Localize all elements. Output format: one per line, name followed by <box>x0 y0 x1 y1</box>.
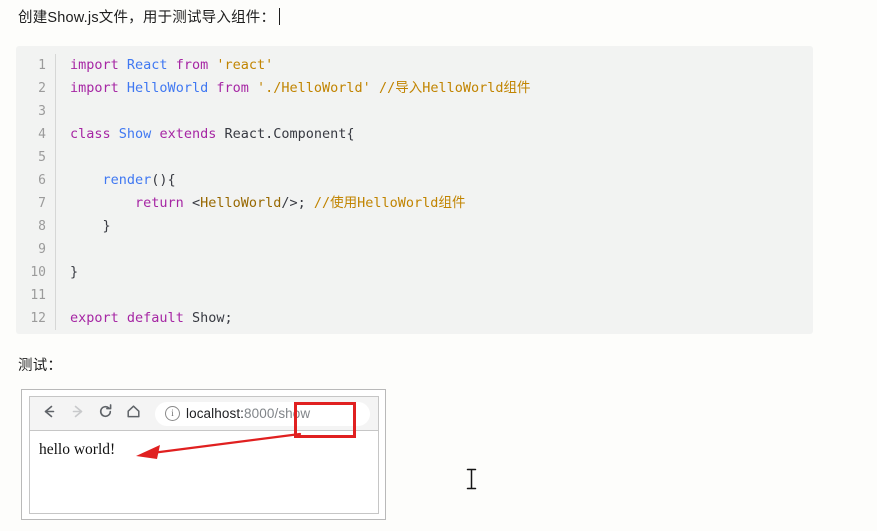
code-line-content <box>55 100 813 123</box>
token-keyword: import <box>70 57 119 73</box>
code-line-content: class Show extends React.Component{ <box>55 123 813 146</box>
code-line: 1 import React from 'react' <box>16 54 813 77</box>
url-path: 8000/show <box>244 406 311 421</box>
token-plain: } <box>102 218 111 234</box>
text-caret <box>279 8 281 25</box>
token-keyword: from <box>216 80 249 96</box>
code-line-content: export default Show; <box>55 307 813 330</box>
token-jsx-tag: HelloWorld <box>200 195 282 211</box>
browser-window: i localhost:8000/show hello world! <box>29 396 379 514</box>
test-section-label: 测试： <box>18 358 63 374</box>
code-line: 10 } <box>16 261 813 284</box>
token-comment: //导入HelloWorld组件 <box>378 80 531 96</box>
line-number: 12 <box>30 311 46 326</box>
token-punctuation: ; <box>224 310 233 326</box>
token-class-name: Show <box>118 126 152 142</box>
token-keyword: default <box>126 310 184 326</box>
token-plain: } <box>70 264 79 280</box>
token-keyword: class <box>70 126 111 142</box>
url-host: localhost: <box>186 406 245 421</box>
code-block[interactable]: 1 import React from 'react' 2 import Hel… <box>16 46 813 334</box>
arrow-right-icon <box>69 403 86 425</box>
code-line: 9 <box>16 238 813 261</box>
code-line: 4 class Show extends React.Component{ <box>16 123 813 146</box>
mouse-cursor-ibeam <box>466 468 477 490</box>
code-line-content <box>55 146 813 169</box>
address-bar[interactable]: i localhost:8000/show <box>155 401 370 426</box>
code-line-content: import React from 'react' <box>55 54 813 77</box>
home-button[interactable] <box>119 400 147 428</box>
line-number: 4 <box>38 127 46 142</box>
reload-button[interactable] <box>91 400 119 428</box>
code-line: 6 render(){ <box>16 169 813 192</box>
page-content-text: hello world! <box>39 441 116 458</box>
code-line-content: return <HelloWorld/>; //使用HelloWorld组件 <box>55 192 813 215</box>
token-variable: HelloWorld <box>126 80 209 96</box>
token-plain: React.Component{ <box>224 126 355 142</box>
back-button[interactable] <box>35 400 63 428</box>
code-line: 2 import HelloWorld from './HelloWorld' … <box>16 77 813 100</box>
code-line-content: render(){ <box>55 169 813 192</box>
browser-toolbar: i localhost:8000/show <box>30 397 378 431</box>
code-line: 12 export default Show; <box>16 307 813 330</box>
token-keyword: return <box>135 195 184 211</box>
line-number: 5 <box>38 150 46 165</box>
token-plain: Show <box>191 310 225 326</box>
token-plain: (){ <box>151 172 176 188</box>
line-number: 8 <box>38 219 46 234</box>
line-number: 2 <box>38 81 46 96</box>
code-line-content: } <box>55 215 813 238</box>
code-line: 5 <box>16 146 813 169</box>
info-circle-icon[interactable]: i <box>165 406 180 421</box>
code-line-content <box>55 238 813 261</box>
code-line-content: } <box>55 261 813 284</box>
line-number: 10 <box>30 265 46 280</box>
token-function: render <box>102 172 152 188</box>
code-line: 11 <box>16 284 813 307</box>
arrow-left-icon <box>41 403 58 425</box>
token-keyword: from <box>175 57 209 73</box>
forward-button[interactable] <box>63 400 91 428</box>
token-string: './HelloWorld' <box>257 80 371 96</box>
browser-screenshot-frame: i localhost:8000/show hello world! <box>21 389 386 520</box>
reload-icon <box>97 403 114 425</box>
code-line-content: import HelloWorld from './HelloWorld' //… <box>55 77 813 100</box>
token-keyword: extends <box>159 126 217 142</box>
token-jsx-bracket: />; <box>281 195 306 211</box>
line-number: 3 <box>38 104 46 119</box>
browser-viewport: hello world! <box>30 431 378 513</box>
token-keyword: import <box>70 80 119 96</box>
code-line: 7 return <HelloWorld/>; //使用HelloWorld组件 <box>16 192 813 215</box>
token-variable: React <box>126 57 168 73</box>
token-comment: //使用HelloWorld组件 <box>313 195 466 211</box>
token-keyword: export <box>70 310 119 326</box>
address-bar-url: localhost:8000/show <box>186 406 310 421</box>
intro-text-label: 创建Show.js文件，用于测试导入组件： <box>18 10 276 26</box>
home-icon <box>125 403 142 425</box>
line-number: 11 <box>30 288 46 303</box>
code-line: 8 } <box>16 215 813 238</box>
token-jsx-bracket: < <box>191 195 201 211</box>
line-number: 1 <box>38 58 46 73</box>
token-string: 'react' <box>216 57 274 73</box>
intro-text: 创建Show.js文件，用于测试导入组件： <box>18 6 281 27</box>
line-number: 7 <box>38 196 46 211</box>
line-number: 6 <box>38 173 46 188</box>
code-line-content <box>55 284 813 307</box>
line-number: 9 <box>38 242 46 257</box>
code-line: 3 <box>16 100 813 123</box>
